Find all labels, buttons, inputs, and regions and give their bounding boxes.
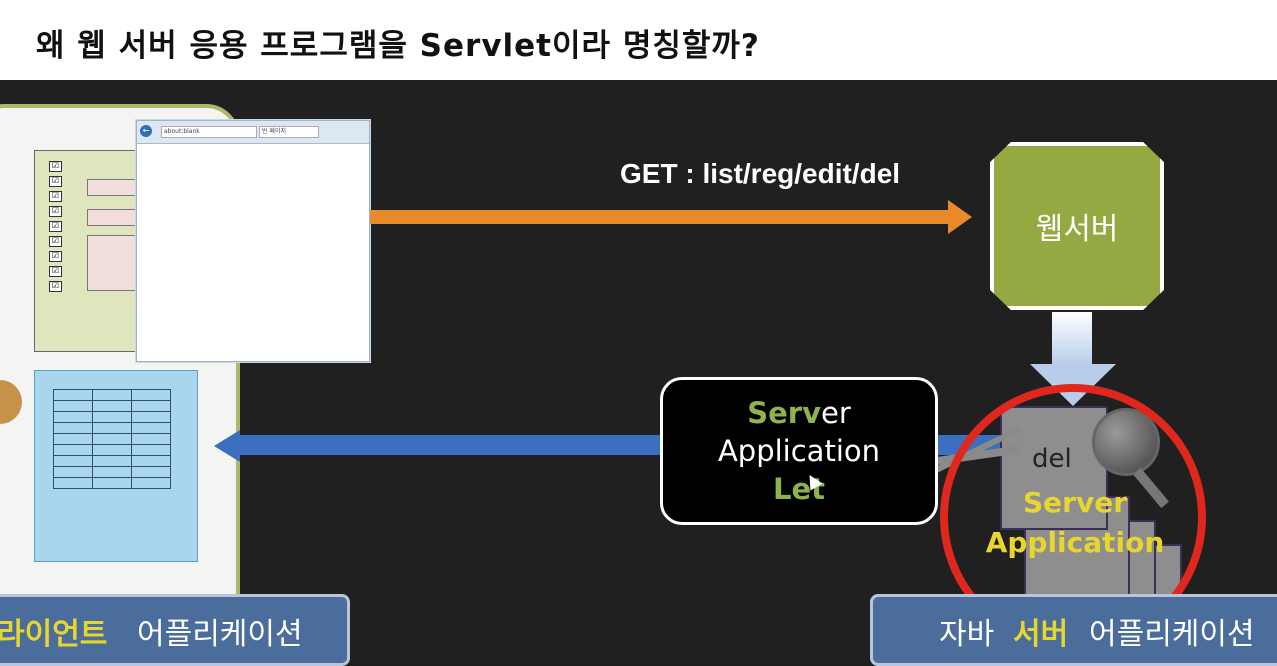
callout-strong-serv: Serv bbox=[747, 396, 821, 430]
result-table-document-illustration bbox=[34, 370, 198, 562]
response-arrow-head bbox=[214, 430, 240, 462]
slide-title: 왜 웹 서버 응용 프로그램을 Servlet이라 명칭할까? bbox=[36, 28, 760, 64]
request-arrow-head bbox=[948, 200, 972, 234]
result-table bbox=[53, 389, 171, 489]
request-label: GET : list/reg/edit/del bbox=[620, 158, 901, 189]
client-application-label: 라이언트 어플리케이션 bbox=[0, 594, 350, 666]
checkbox-icon: ☑ bbox=[49, 251, 62, 262]
slide-title-bar: 왜 웹 서버 응용 프로그램을 Servlet이라 명칭할까? bbox=[0, 0, 1277, 80]
servlet-callout: Server Application Let bbox=[660, 377, 938, 525]
server-label-rest: 어플리케이션 bbox=[1089, 617, 1255, 652]
server-label-prefix: 자바 bbox=[939, 617, 995, 652]
client-label-rest: 어플리케이션 bbox=[137, 617, 303, 652]
checkbox-icon: ☑ bbox=[49, 161, 62, 172]
checkbox-icon: ☑ bbox=[49, 281, 62, 292]
server-label-strong: 서버 bbox=[1013, 617, 1069, 652]
request-arrow bbox=[370, 210, 948, 224]
down-arrow bbox=[1052, 312, 1092, 364]
checkbox-icon: ☑ bbox=[49, 191, 62, 202]
checkbox-icon: ☑ bbox=[49, 236, 62, 247]
back-arrow-icon: ← bbox=[140, 125, 152, 137]
server-application-label: 자바 서버 어플리케이션 bbox=[870, 594, 1277, 666]
form-document-illustration: ☑ ☑ ☑ ☑ ☑ ☑ ☑ ☑ ☑ bbox=[34, 150, 152, 352]
web-server-box: 웹서버 bbox=[990, 142, 1164, 310]
checkbox-icon: ☑ bbox=[49, 221, 62, 232]
callout-line-3: Let bbox=[663, 472, 935, 506]
browser-tab: 빈 페이지 bbox=[259, 126, 319, 138]
callout-line-1: Server bbox=[663, 396, 935, 430]
callout-rest-er: er bbox=[821, 396, 851, 430]
client-label-strong: 라이언트 bbox=[0, 617, 108, 652]
browser-address-bar: about:blank bbox=[161, 126, 257, 138]
checkbox-icon: ☑ bbox=[49, 176, 62, 187]
callout-line-2: Application bbox=[717, 434, 881, 468]
checkbox-icon: ☑ bbox=[49, 266, 62, 277]
web-server-label: 웹서버 bbox=[1035, 212, 1119, 247]
checkbox-icon: ☑ bbox=[49, 206, 62, 217]
browser-toolbar: ← about:blank 빈 페이지 bbox=[137, 121, 369, 144]
browser-window-illustration: ← about:blank 빈 페이지 bbox=[136, 120, 370, 362]
